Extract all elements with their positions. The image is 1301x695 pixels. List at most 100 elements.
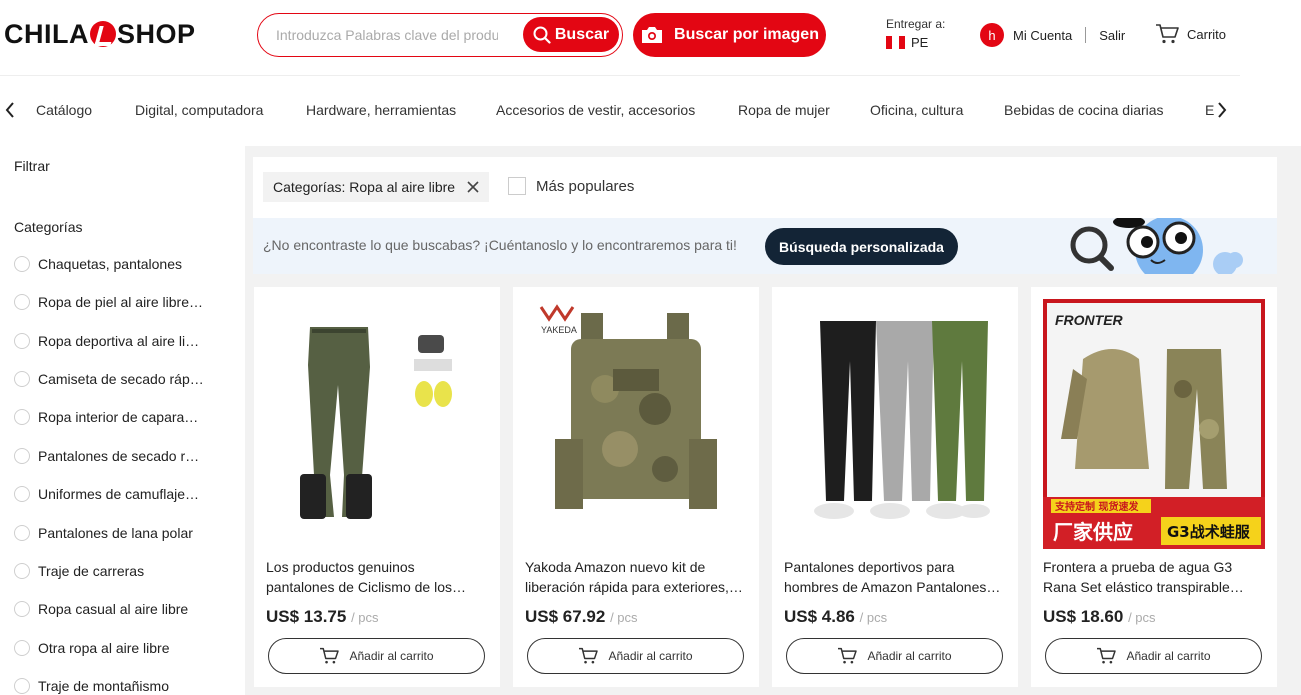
product-card[interactable]: FRONTER 支持定制 现货速发 厂家供应 G3战术蛙服 Frontera a… [1031, 287, 1277, 687]
add-to-cart-button[interactable]: Añadir al carrito [1045, 638, 1262, 674]
cart-icon [1097, 647, 1117, 664]
category-label: Traje de montañismo [38, 678, 169, 694]
category-option[interactable]: Traje de carreras [14, 563, 144, 579]
search-input[interactable] [276, 24, 498, 46]
my-account-link[interactable]: Mi Cuenta [1013, 28, 1072, 43]
camera-icon [642, 27, 663, 43]
category-option[interactable]: Camiseta de secado ráp… [14, 371, 204, 387]
add-to-cart-button[interactable]: Añadir al carrito [268, 638, 485, 674]
product-title[interactable]: Frontera a prueba de agua G3 Rana Set el… [1043, 557, 1263, 597]
category-option[interactable]: Ropa de piel al aire libre… [14, 294, 203, 310]
nav-item-accessories[interactable]: Accesorios de vestir, accesorios [496, 102, 695, 118]
radio-button[interactable] [14, 678, 30, 694]
cart-link[interactable]: Carrito [1155, 23, 1226, 45]
product-card[interactable]: YAKEDA Yakoda Amazon nuevo kit de libera… [513, 287, 759, 687]
product-card[interactable]: Pantalones deportivos para hombres de Am… [772, 287, 1018, 687]
search-bar: Buscar [257, 13, 623, 57]
category-label: Pantalones de lana polar [38, 525, 193, 541]
category-option[interactable]: Otra ropa al aire libre [14, 640, 170, 656]
active-filter-chip: Categorías: Ropa al aire libre [263, 172, 490, 202]
category-option[interactable]: Ropa interior de capara… [14, 409, 198, 425]
radio-button[interactable] [14, 256, 30, 272]
cart-icon [1156, 24, 1179, 44]
chevron-right-icon[interactable] [1216, 100, 1228, 120]
categories-title: Categorías [14, 219, 83, 235]
product-image[interactable] [266, 299, 488, 549]
cart-label: Carrito [1187, 26, 1227, 42]
nav-item-hardware[interactable]: Hardware, herramientas [306, 102, 456, 118]
product-price: US$ 67.92 / pcs [525, 607, 638, 626]
product-price: US$ 18.60 / pcs [1043, 607, 1156, 626]
custom-search-button[interactable]: Búsqueda personalizada [765, 228, 958, 265]
deliver-label: Entregar a: [886, 17, 946, 31]
product-price: US$ 4.86 / pcs [784, 607, 888, 626]
image-search-button[interactable]: Buscar por imagen [633, 13, 826, 57]
mascot-illustration [1070, 218, 1243, 274]
promo-banner-text: 厂家供应 [1053, 520, 1133, 544]
nav-item-office[interactable]: Oficina, cultura [870, 102, 963, 118]
product-image[interactable]: YAKEDA [525, 299, 747, 549]
product-title[interactable]: Pantalones deportivos para hombres de Am… [784, 557, 1004, 597]
logo-mark-icon [90, 21, 116, 47]
category-option[interactable]: Ropa deportiva al aire li… [14, 333, 199, 349]
product-title[interactable]: Yakoda Amazon nuevo kit de liberación rá… [525, 557, 745, 597]
add-to-cart-button[interactable]: Añadir al carrito [527, 638, 744, 674]
product-image[interactable] [784, 299, 1006, 549]
radio-button[interactable] [14, 333, 30, 349]
category-label: Ropa interior de capara… [38, 409, 199, 425]
close-icon[interactable] [467, 181, 479, 193]
delivery-selector[interactable]: Entregar a: PE [886, 17, 945, 50]
category-option[interactable]: Pantalones de secado r… [14, 448, 199, 464]
radio-button[interactable] [14, 601, 30, 617]
cart-icon [838, 647, 858, 664]
divider [1085, 27, 1087, 43]
product-image[interactable]: FRONTER 支持定制 现货速发 厂家供应 G3战术蛙服 [1043, 299, 1265, 549]
banner-text: ¿No encontraste lo que buscabas? ¡Cuénta… [263, 237, 737, 253]
country-code: PE [911, 35, 929, 50]
category-label: Traje de carreras [38, 563, 145, 579]
add-to-cart-label: Añadir al carrito [608, 649, 693, 663]
nav-item-more[interactable]: E [1205, 102, 1214, 118]
account-area: h Mi Cuenta Salir [980, 23, 1125, 47]
radio-button[interactable] [14, 525, 30, 541]
nav-item-women[interactable]: Ropa de mujer [738, 102, 830, 118]
popular-checkbox[interactable] [508, 177, 526, 195]
category-label: Uniformes de camuflaje… [38, 486, 200, 502]
cart-icon [320, 647, 340, 664]
nav-item-kitchen[interactable]: Bebidas de cocina diarias [1004, 102, 1164, 118]
brand-logo-text: FRONTER [1055, 312, 1124, 328]
category-option[interactable]: Ropa casual al aire libre [14, 601, 188, 617]
logo-text-right: SHOP [117, 18, 196, 49]
popular-toggle[interactable]: Más populares [508, 177, 634, 195]
active-filters-bar: Categorías: Ropa al aire libre Más popul… [253, 157, 1277, 218]
add-to-cart-label: Añadir al carrito [349, 649, 434, 663]
product-title[interactable]: Los productos genuinos pantalones de Cic… [266, 557, 486, 597]
chevron-left-icon[interactable] [4, 100, 16, 120]
add-to-cart-button[interactable]: Añadir al carrito [786, 638, 1003, 674]
search-icon [533, 26, 551, 44]
search-button-label: Buscar [554, 25, 610, 43]
category-option[interactable]: Pantalones de lana polar [14, 525, 193, 541]
radio-button[interactable] [14, 409, 30, 425]
search-button[interactable]: Buscar [523, 17, 619, 52]
category-option[interactable]: Chaquetas, pantalones [14, 256, 182, 272]
radio-button[interactable] [14, 563, 30, 579]
radio-button[interactable] [14, 486, 30, 502]
logout-link[interactable]: Salir [1099, 28, 1125, 43]
product-price: US$ 13.75 / pcs [266, 607, 379, 626]
category-option[interactable]: Traje de montañismo [14, 678, 169, 694]
category-option[interactable]: Uniformes de camuflaje… [14, 486, 199, 502]
nav-item-digital[interactable]: Digital, computadora [135, 102, 263, 118]
radio-button[interactable] [14, 640, 30, 656]
product-card[interactable]: Los productos genuinos pantalones de Cic… [254, 287, 500, 687]
add-to-cart-label: Añadir al carrito [1126, 649, 1211, 663]
filter-sidebar: Filtrar Categorías Chaquetas, pantalones… [0, 146, 245, 695]
site-logo[interactable]: CHILA SHOP [4, 19, 196, 49]
radio-button[interactable] [14, 371, 30, 387]
peru-flag-icon [886, 36, 905, 49]
nav-item-catalog[interactable]: Catálogo [36, 102, 92, 118]
avatar[interactable]: h [980, 23, 1004, 47]
add-to-cart-label: Añadir al carrito [867, 649, 952, 663]
radio-button[interactable] [14, 294, 30, 310]
radio-button[interactable] [14, 448, 30, 464]
